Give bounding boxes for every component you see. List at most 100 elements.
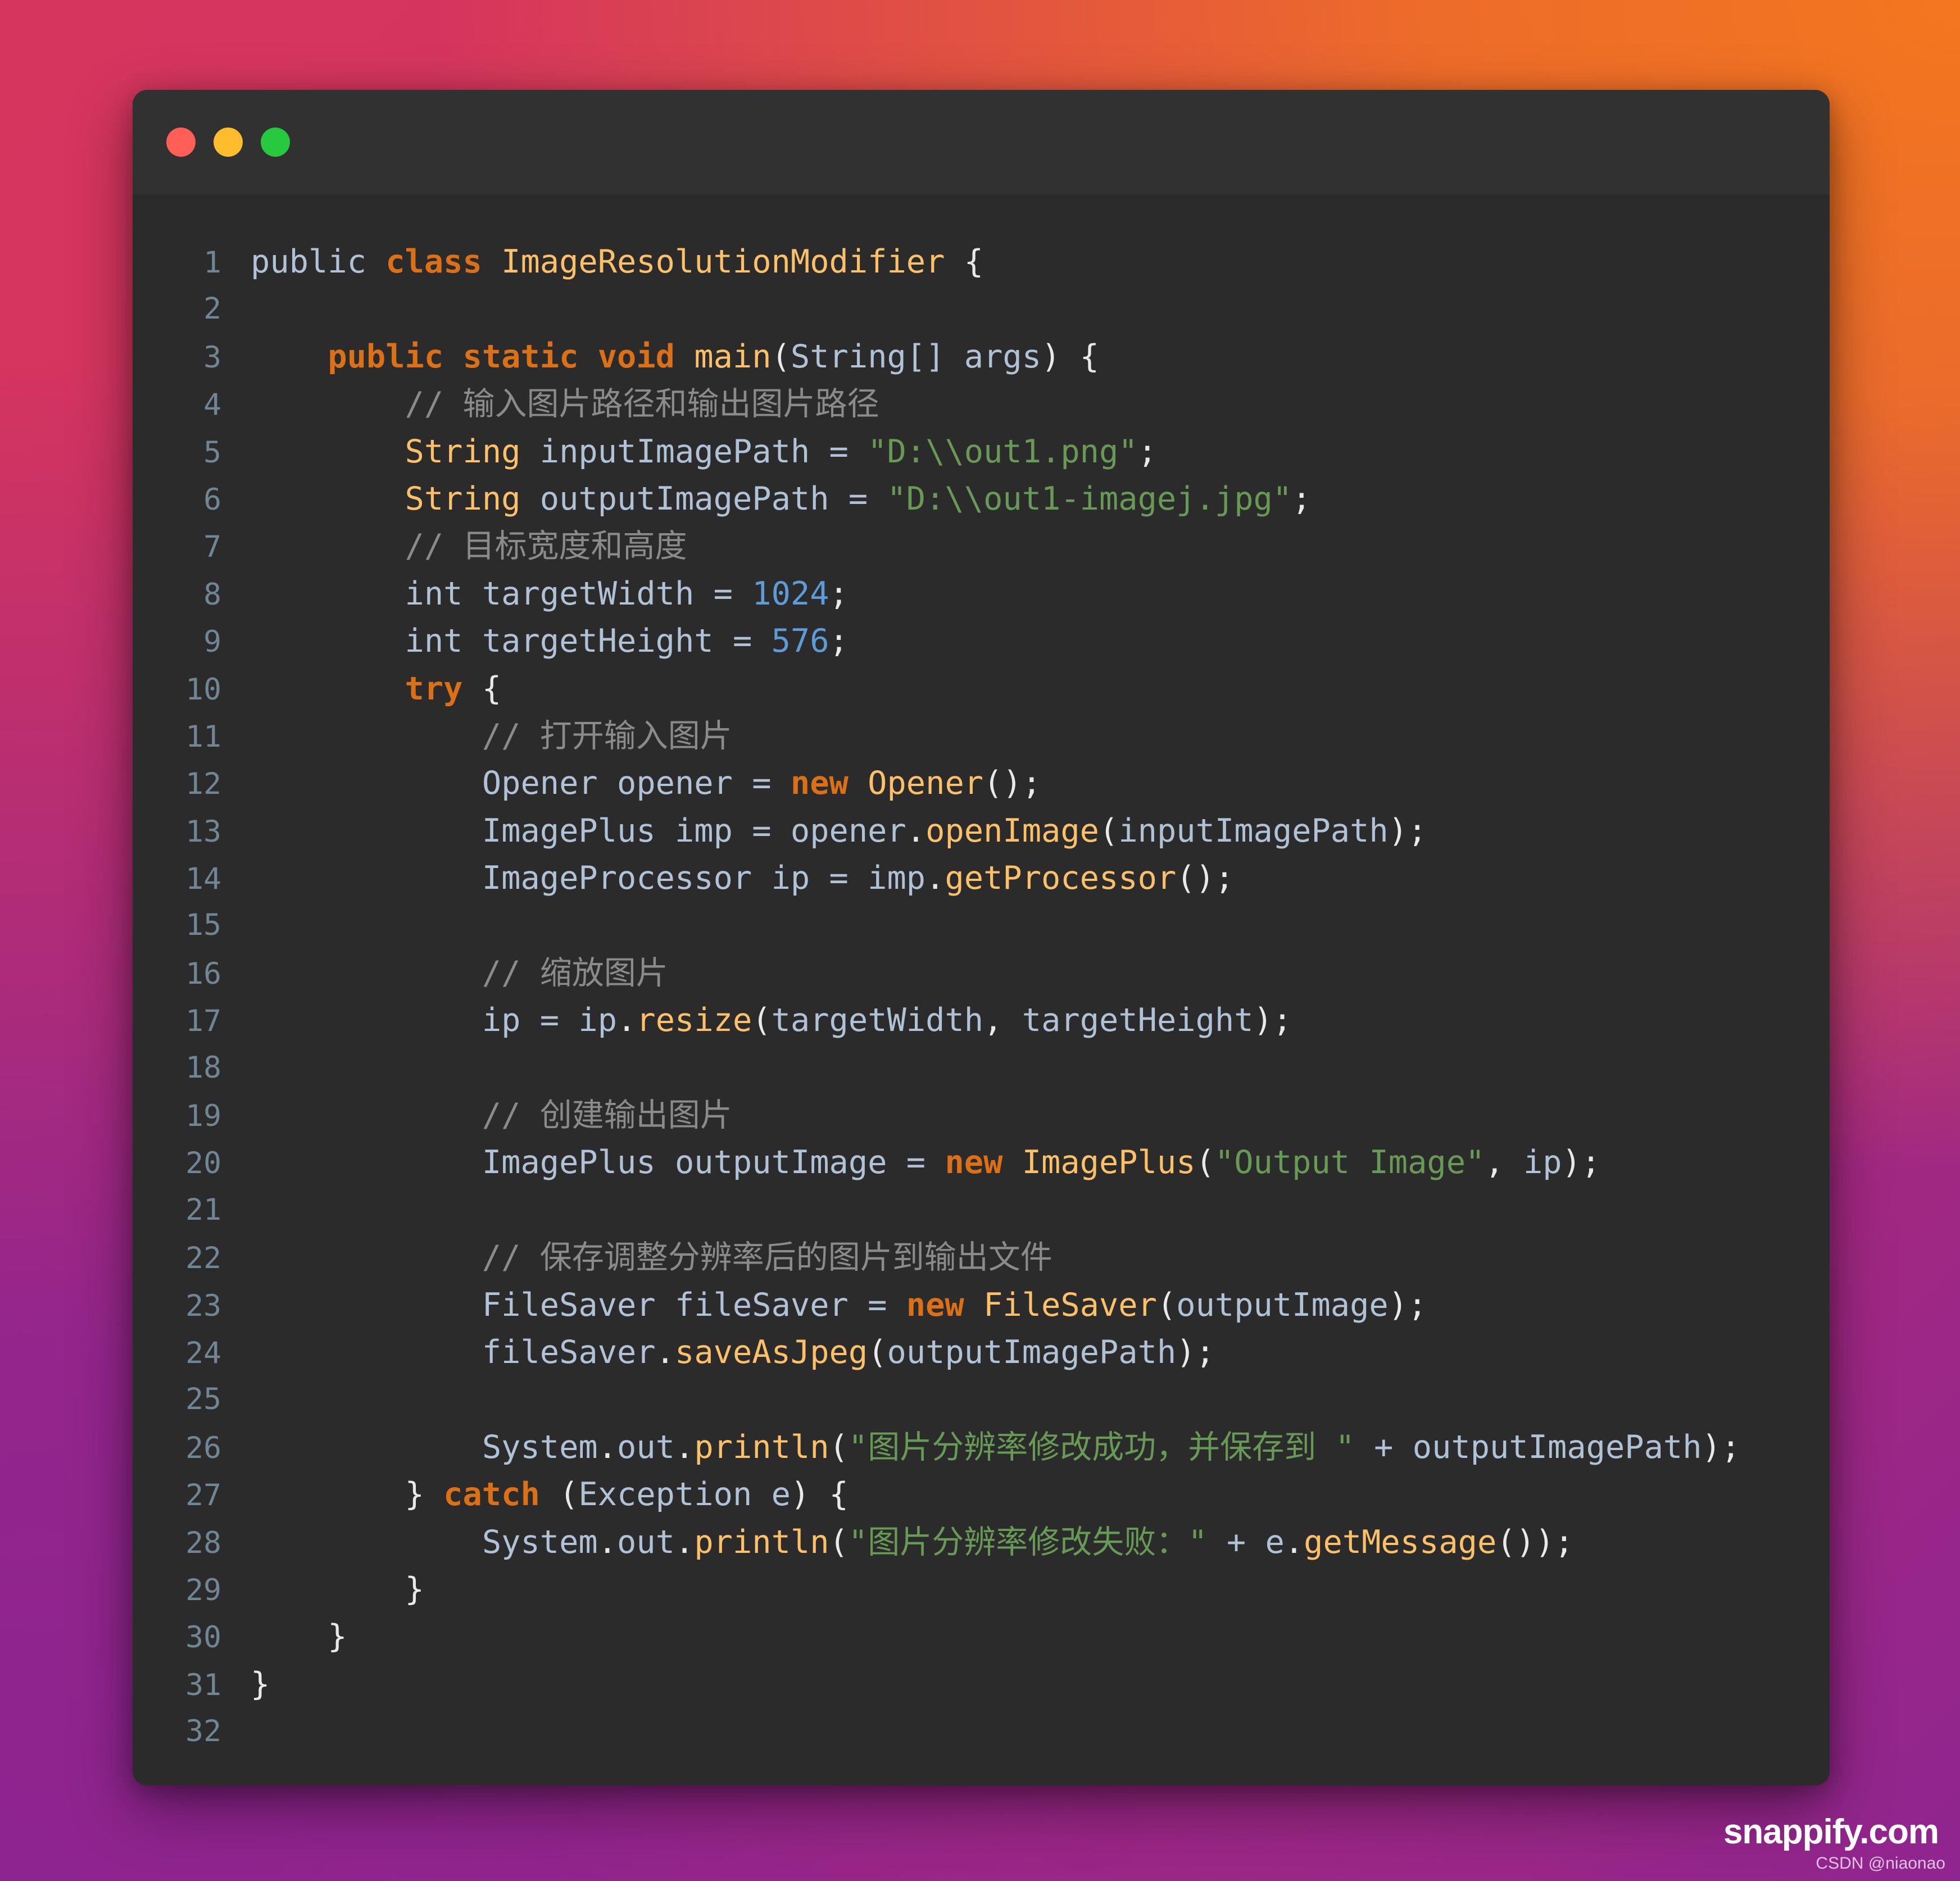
code-token-id: ImagePlus outputImage <box>482 1144 906 1182</box>
line-number: 5 <box>203 435 221 470</box>
minimize-button[interactable] <box>214 128 243 157</box>
code-token-id: outputImagePath <box>1412 1428 1702 1466</box>
code-token-id: = <box>848 480 887 517</box>
code-line: 23 FileSaver fileSaver = new FileSaver(o… <box>133 1282 1830 1329</box>
code-token-pun: } <box>251 1570 424 1608</box>
code-token-cmt: // 保存调整分辨率后的图片到输出文件 <box>251 1239 1052 1276</box>
code-token-pun: ; <box>1137 433 1157 470</box>
code-line: 3 public static void main(String[] args)… <box>133 333 1830 380</box>
code-line: 22 // 保存调整分辨率后的图片到输出文件 <box>133 1234 1830 1281</box>
code-token-id: = <box>752 812 791 849</box>
code-line: 9 int targetHeight = 576; <box>133 617 1830 665</box>
code-window: 1 public class ImageResolutionModifier { 2… <box>133 90 1830 1785</box>
snappify-watermark: snappify.com <box>1723 1812 1939 1851</box>
code-token-pun: . <box>675 1523 695 1561</box>
line-number: 19 <box>185 1099 221 1134</box>
code-line-content: public class ImageResolutionModifier { <box>245 238 1830 285</box>
code-token-typ: String <box>405 480 521 517</box>
code-token-mth: getProcessor <box>945 860 1177 897</box>
code-line-content: // 创建输出图片 <box>245 1092 1830 1139</box>
line-number: 23 <box>185 1288 221 1323</box>
code-token-id: + <box>1207 1523 1265 1561</box>
line-number: 6 <box>203 482 221 517</box>
code-token-pun <box>251 1429 482 1466</box>
code-token-pun <box>251 338 328 375</box>
maximize-button[interactable] <box>261 128 290 157</box>
code-line-content: System.out.println("图片分辨率修改失败：" + e.getM… <box>245 1519 1830 1566</box>
line-number: 7 <box>203 530 221 565</box>
code-line: 25 <box>133 1376 1830 1423</box>
code-line: 12 Opener opener = new Opener(); <box>133 760 1830 807</box>
code-token-pun: ); <box>1562 1144 1601 1182</box>
code-line: 10 try { <box>133 665 1830 712</box>
code-token-pun <box>251 812 482 849</box>
code-token-pun: ); <box>1388 1286 1427 1324</box>
code-token-mth: println <box>694 1523 829 1561</box>
code-line-content: } catch (Exception e) { <box>245 1471 1830 1518</box>
code-token-id: = <box>868 1286 906 1324</box>
code-token-pun: ( <box>829 1523 849 1561</box>
line-number: 1 <box>203 246 221 280</box>
line-number: 3 <box>203 340 221 375</box>
code-token-id: Exception e <box>578 1476 791 1514</box>
code-token-pun: ( <box>771 338 791 375</box>
code-line: 6 String outputImagePath = "D:\\out1-ima… <box>133 475 1830 522</box>
code-token-kw: new <box>945 1144 1022 1182</box>
code-token-pun: . <box>597 1428 618 1466</box>
line-number: 31 <box>185 1668 221 1702</box>
code-token-id: ip <box>1523 1144 1562 1182</box>
code-token-pun: . <box>617 1002 637 1039</box>
csdn-watermark: CSDN @niaonao <box>1816 1854 1945 1873</box>
code-token-pun: ; <box>829 623 849 660</box>
code-token-id: public <box>251 243 386 280</box>
code-line: 30 } <box>133 1613 1830 1660</box>
code-token-cmt: // 目标宽度和高度 <box>251 528 687 565</box>
code-token-id: targetWidth <box>771 1002 984 1039</box>
code-token-id: FileSaver fileSaver <box>482 1286 868 1324</box>
code-token-kw: new <box>790 765 868 802</box>
code-line: 19 // 创建输出图片 <box>133 1092 1830 1139</box>
code-line: 18 <box>133 1044 1830 1092</box>
code-token-id: outputImagePath <box>887 1333 1177 1371</box>
code-token-pun: (); <box>983 765 1042 802</box>
code-editor[interactable]: 1 public class ImageResolutionModifier { 2… <box>133 194 1830 1785</box>
code-token-pun: } <box>251 1665 270 1703</box>
code-token-id: System <box>482 1428 598 1466</box>
code-token-id: outputImage <box>1176 1286 1389 1324</box>
code-line: 32 <box>133 1708 1830 1755</box>
code-token-pun: ( <box>1099 812 1119 849</box>
code-line: 26 System.out.println("图片分辨率修改成功，并保存到 " … <box>133 1424 1830 1471</box>
code-token-id: = <box>539 1002 579 1039</box>
code-token-id: = <box>906 1144 945 1182</box>
code-token-typ: Opener <box>868 765 984 802</box>
code-line-content: } <box>245 1566 1830 1613</box>
code-token-id: ImageProcessor ip <box>482 860 829 897</box>
code-token-pun: (); <box>1176 860 1235 897</box>
line-number: 16 <box>185 956 221 991</box>
code-line: 13 ImagePlus imp = opener.openImage(inpu… <box>133 807 1830 855</box>
line-number: 30 <box>185 1620 221 1655</box>
code-token-id: int targetHeight <box>405 623 733 660</box>
close-button[interactable] <box>166 128 196 157</box>
code-token-pun: } <box>251 1618 347 1656</box>
code-line: 14 ImageProcessor ip = imp.getProcessor(… <box>133 855 1830 902</box>
code-token-mth: resize <box>636 1002 752 1039</box>
code-token-id: = <box>829 433 868 470</box>
code-line-content: System.out.println("图片分辨率修改成功，并保存到 " + o… <box>245 1424 1830 1471</box>
code-line-content: try { <box>245 665 1830 712</box>
line-number: 11 <box>185 719 221 754</box>
code-token-pun: , <box>983 1002 1022 1039</box>
code-token-typ: String <box>405 433 521 470</box>
code-line-content: // 输入图片路径和输出图片路径 <box>245 380 1830 428</box>
code-token-pun <box>251 623 405 660</box>
code-token-cmt: // 缩放图片 <box>251 954 668 992</box>
code-token-cmt: // 创建输出图片 <box>251 1097 732 1134</box>
code-token-pun: ; <box>1292 480 1312 517</box>
code-token-cmt: // 输入图片路径和输出图片路径 <box>251 385 879 423</box>
code-line-content: } <box>245 1613 1830 1660</box>
code-line: 16 // 缩放图片 <box>133 949 1830 997</box>
code-line: 5 String inputImagePath = "D:\\out1.png"… <box>133 428 1830 475</box>
line-number: 24 <box>185 1335 221 1370</box>
code-token-pun: . <box>597 1523 618 1561</box>
code-token-kw: class <box>385 243 502 280</box>
